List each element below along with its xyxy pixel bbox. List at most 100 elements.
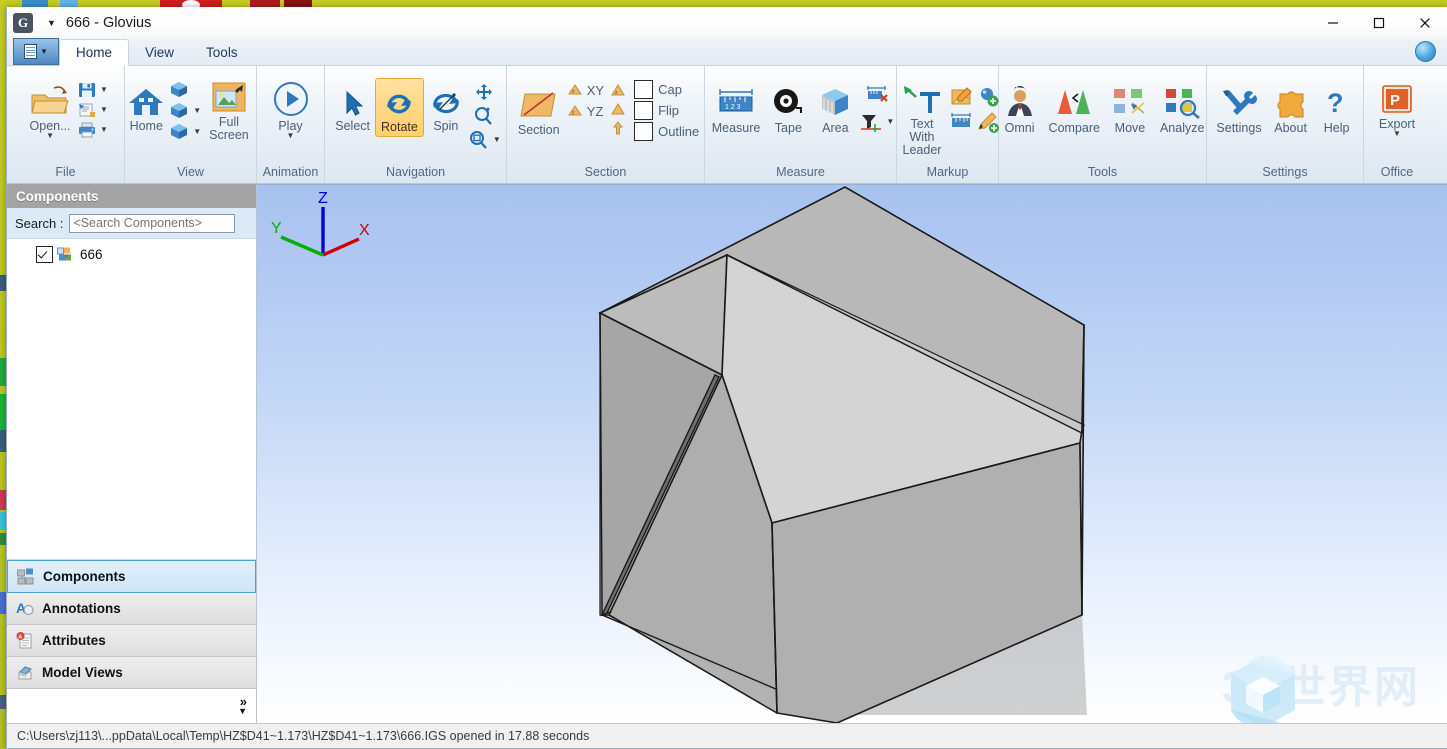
plane-zx-icon[interactable]: z: [608, 82, 628, 98]
ribbon-group-markup-title: Markup: [897, 165, 998, 179]
tab-tools[interactable]: Tools: [190, 40, 254, 65]
save-caret-icon[interactable]: ▼: [100, 87, 108, 93]
home-icon: [126, 86, 166, 118]
sidebar-item-annotations[interactable]: A Annotations: [7, 593, 256, 625]
analyze-button[interactable]: Analyze: [1155, 80, 1209, 137]
section-button-label: Section: [518, 124, 560, 137]
sidebar-item-model-views-label: Model Views: [42, 665, 123, 680]
application-menu-button[interactable]: ▼: [13, 38, 59, 65]
export-button[interactable]: P Export ▼: [1374, 78, 1420, 139]
about-button[interactable]: About: [1267, 80, 1315, 137]
view-cube-bottom-caret-icon[interactable]: ▼: [193, 129, 201, 135]
cap-checkbox-row[interactable]: Cap: [634, 80, 699, 99]
tree-row[interactable]: 666: [7, 244, 256, 264]
view-cube-mid-icon[interactable]: [168, 101, 190, 120]
flip-checkbox[interactable]: [634, 101, 653, 120]
tab-home[interactable]: Home: [59, 39, 129, 66]
outline-checkbox[interactable]: [634, 122, 653, 141]
measure-button[interactable]: 1 2 3 Measure: [707, 78, 766, 137]
play-caret-icon[interactable]: ▼: [287, 133, 295, 139]
close-button[interactable]: [1402, 7, 1447, 39]
component-tree[interactable]: 666: [7, 239, 256, 560]
help-orb-icon[interactable]: [1415, 41, 1436, 62]
omni-button[interactable]: Omni: [996, 80, 1044, 137]
export-caret-icon[interactable]: ▼: [1393, 131, 1401, 137]
save-icon[interactable]: [77, 81, 97, 99]
maximize-button[interactable]: [1356, 7, 1402, 39]
outline-checkbox-row[interactable]: Outline: [634, 122, 699, 141]
plane-flip-arrow-icon[interactable]: [608, 120, 628, 136]
expand-caret-icon[interactable]: ▼: [238, 707, 247, 716]
tree-item-checkbox[interactable]: [36, 246, 53, 263]
view-cube-mid-caret-icon[interactable]: ▼: [193, 108, 201, 114]
question-mark-icon: ?: [1322, 88, 1352, 120]
sidebar-item-components[interactable]: Components: [7, 560, 256, 593]
tape-measure-icon: [770, 86, 806, 120]
ribbon-tab-strip: ▼ Home View Tools: [7, 39, 1447, 66]
view-cube-top-icon[interactable]: [168, 80, 190, 99]
plane-zx-alt-icon[interactable]: [608, 101, 628, 117]
tools-wrench-icon: [1219, 88, 1259, 120]
about-button-label: About: [1274, 122, 1307, 135]
open-button[interactable]: Open... ▼: [23, 76, 77, 141]
print-caret-icon[interactable]: ▼: [100, 127, 108, 133]
3d-model-canvas[interactable]: [257, 185, 1447, 723]
maximize-icon: [1372, 16, 1386, 30]
cap-checkbox[interactable]: [634, 80, 653, 99]
pan-move-icon[interactable]: [473, 82, 495, 102]
minimize-button[interactable]: [1310, 7, 1356, 39]
home-view-label: Home: [130, 120, 163, 133]
full-screen-button[interactable]: Full Screen: [201, 76, 257, 144]
settings-button[interactable]: Settings: [1211, 80, 1266, 137]
zoom-in-icon[interactable]: [473, 106, 495, 126]
3d-viewport[interactable]: Z X Y 3D世界网: [257, 184, 1447, 723]
spin-icon: [431, 88, 461, 118]
print-icon[interactable]: [77, 121, 97, 139]
plane-yz-icon[interactable]: y: [566, 103, 584, 119]
move-button[interactable]: Move: [1105, 80, 1155, 137]
zoom-window-caret-icon[interactable]: ▼: [493, 137, 501, 143]
help-button-label: Help: [1324, 122, 1350, 135]
open-caret-icon[interactable]: ▼: [46, 133, 54, 139]
analyze-search-icon: [1162, 86, 1202, 120]
select-tool-button[interactable]: Select: [330, 78, 375, 135]
filter-measure-icon[interactable]: [859, 112, 883, 132]
spin-tool-button[interactable]: Spin: [424, 78, 468, 135]
dimension-markup-icon[interactable]: [949, 111, 973, 133]
plane-xy-icon[interactable]: x: [566, 82, 584, 98]
zoom-window-icon[interactable]: [468, 130, 490, 150]
help-button[interactable]: ? Help: [1315, 80, 1359, 137]
ribbon-group-markup: Text With Leader: [897, 66, 999, 183]
panel-expander[interactable]: » ▼: [7, 689, 256, 723]
plane-xy-label: XY: [587, 83, 604, 98]
sidebar-item-attributes-label: Attributes: [42, 633, 106, 648]
section-button[interactable]: Section: [512, 76, 566, 139]
area-button[interactable]: Area: [811, 78, 859, 137]
sidebar-item-components-label: Components: [43, 569, 126, 584]
tape-button[interactable]: Tape: [765, 78, 811, 137]
compare-button[interactable]: Compare: [1044, 80, 1105, 137]
powerpoint-export-icon: P: [1379, 84, 1415, 116]
flip-checkbox-row[interactable]: Flip: [634, 101, 699, 120]
note-markup-icon[interactable]: [949, 86, 973, 108]
plane-yz-label: YZ: [587, 104, 604, 119]
text-with-leader-button[interactable]: Text With Leader: [895, 78, 949, 159]
sidebar-item-attributes[interactable]: A Attributes: [7, 625, 256, 657]
sidebar-item-model-views[interactable]: Model Views: [7, 657, 256, 689]
rotate-tool-button[interactable]: Rotate: [375, 78, 424, 137]
axis-z-label: Z: [318, 190, 328, 207]
puzzle-piece-icon: [1272, 88, 1310, 120]
quick-access-toolbar-caret-icon[interactable]: ▼: [47, 18, 55, 28]
save-as-caret-icon[interactable]: ▼: [100, 107, 108, 113]
search-input[interactable]: [69, 214, 235, 233]
delete-measure-icon[interactable]: [865, 84, 889, 104]
svg-text:A: A: [18, 634, 22, 640]
play-button[interactable]: Play ▼: [266, 78, 316, 141]
close-icon: [1418, 16, 1432, 30]
view-cube-bottom-icon[interactable]: [168, 122, 190, 141]
compare-cones-icon: [1052, 86, 1096, 120]
tab-view[interactable]: View: [129, 40, 190, 65]
save-as-icon[interactable]: [77, 101, 97, 119]
home-view-button[interactable]: Home: [124, 76, 168, 135]
outline-label: Outline: [658, 124, 699, 139]
